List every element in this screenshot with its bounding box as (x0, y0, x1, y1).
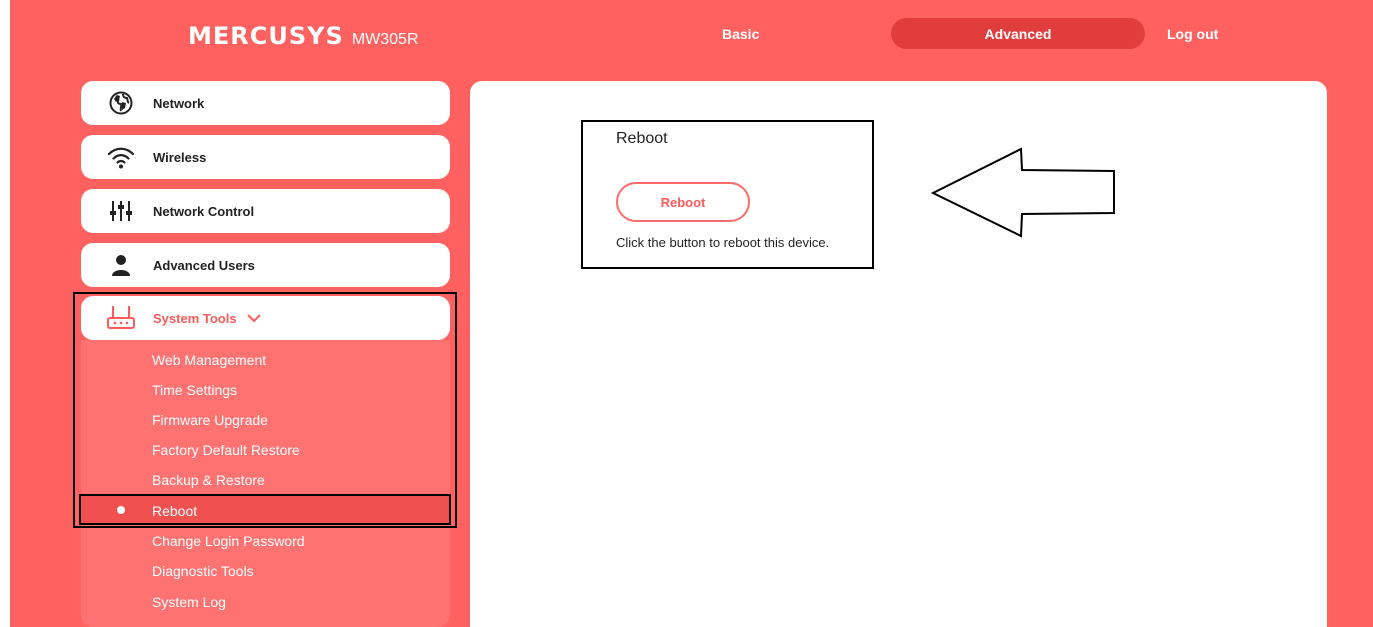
model-name: MW305R (351, 31, 419, 48)
sliders-icon (106, 196, 136, 226)
sidebar-item-network[interactable]: Network (81, 81, 450, 125)
sidebar-item-network-control[interactable]: Network Control (81, 189, 450, 233)
nav-advanced-tab[interactable]: Advanced (891, 18, 1145, 49)
submenu-item-diagnostic-tools[interactable]: Diagnostic Tools (152, 563, 254, 579)
annotation-box-system-tools (73, 292, 457, 528)
submenu-item-system-log[interactable]: System Log (152, 594, 226, 610)
brand-logo: MERCUSYS MW305R (188, 22, 419, 50)
globe-icon (106, 88, 136, 118)
brand-name: MERCUSYS (188, 22, 344, 50)
nav-basic-link[interactable]: Basic (722, 26, 759, 42)
reboot-button-label: Reboot (660, 194, 706, 210)
sidebar-item-label: Network Control (153, 203, 255, 219)
sidebar-item-wireless[interactable]: Wireless (81, 135, 450, 179)
annotation-box-reboot (79, 494, 451, 525)
user-icon (106, 250, 136, 280)
logout-link[interactable]: Log out (1167, 26, 1218, 42)
wifi-icon (106, 142, 136, 172)
sidebar-item-label: Advanced Users (153, 257, 255, 273)
sidebar-item-label: Wireless (153, 149, 207, 165)
reboot-hint-text: Click the button to reboot this device. (616, 235, 830, 250)
reboot-button[interactable]: Reboot (616, 182, 750, 222)
arrow-left-icon (930, 147, 1115, 238)
sidebar-item-label: Network (153, 95, 205, 111)
sidebar-item-advanced-users[interactable]: Advanced Users (81, 243, 450, 287)
section-title: Reboot (616, 130, 668, 147)
nav-advanced-label: Advanced (984, 25, 1052, 42)
submenu-item-change-login-password[interactable]: Change Login Password (152, 533, 305, 549)
